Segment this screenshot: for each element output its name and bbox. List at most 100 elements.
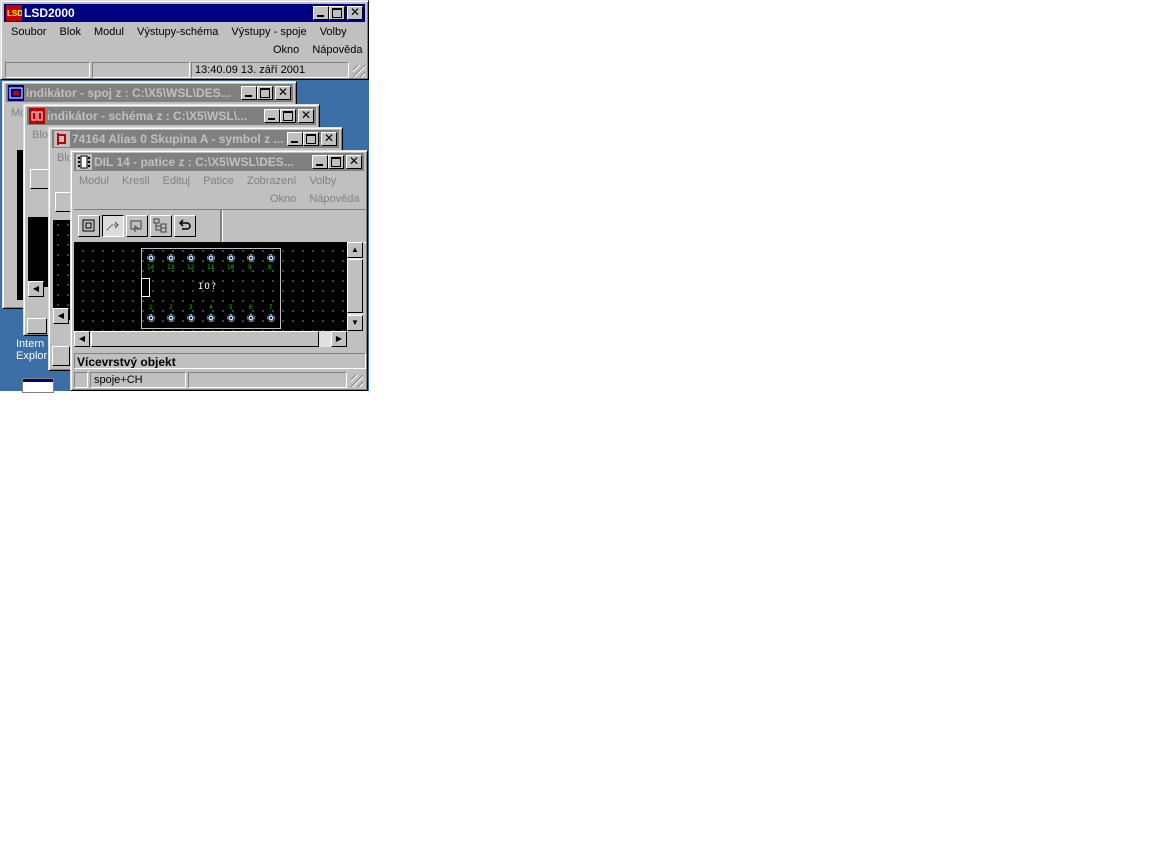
menu-edituj[interactable]: Edituj xyxy=(163,175,191,187)
pad-2[interactable] xyxy=(167,314,175,322)
menu-volby[interactable]: Volby xyxy=(309,175,336,187)
pin-number: 4 xyxy=(209,304,213,311)
size-grip[interactable] xyxy=(353,65,365,77)
undo-icon[interactable] xyxy=(174,215,196,237)
minimize-button[interactable] xyxy=(312,155,328,169)
child-canvas-peek-schema xyxy=(28,217,50,287)
close-button[interactable]: ✕ xyxy=(347,6,363,20)
zoom-fit-icon[interactable] xyxy=(78,215,100,237)
footprint-canvas[interactable]: IO? 14 13 12 11 10 9 8 1 2 3 4 5 6 7 xyxy=(74,242,347,331)
scroll-right-arrow[interactable]: ▶ xyxy=(331,331,347,347)
menu-kresli[interactable]: Kresli xyxy=(122,175,150,187)
pad-10[interactable] xyxy=(227,254,235,262)
dil14-menubar: Modul Kresli Edituj Patice Zobrazení Vol… xyxy=(79,175,346,187)
minimize-button[interactable] xyxy=(241,86,257,100)
pad-place-icon[interactable] xyxy=(126,215,148,237)
schema-icon xyxy=(29,108,45,124)
layer-panel-label: Vícevrstvý objekt xyxy=(77,355,176,369)
svg-text:LSD: LSD xyxy=(7,9,22,18)
pad-11[interactable] xyxy=(207,254,215,262)
menu-okno[interactable]: Okno xyxy=(273,44,299,56)
size-grip[interactable] xyxy=(351,375,363,387)
minimize-button[interactable] xyxy=(287,132,303,146)
pad-1[interactable] xyxy=(147,314,155,322)
child-titlebar-schema[interactable]: indikátor - schéma z : C:\X5\WSL\... ✕ xyxy=(27,107,316,125)
scroll-left-arrow[interactable]: ◀ xyxy=(53,308,69,324)
maximize-button[interactable] xyxy=(257,86,273,100)
pad-14[interactable] xyxy=(147,254,155,262)
child-menu-peek-schema[interactable]: Blo xyxy=(32,129,48,141)
child-title-spoj: indikátor - spoj z : C:\X5\WSL\DES... xyxy=(26,86,231,100)
main-menubar: Soubor Blok Modul Výstupy-schéma Výstupy… xyxy=(11,26,357,38)
menu-modul[interactable]: Modul xyxy=(79,175,109,187)
minimize-button[interactable] xyxy=(264,109,280,123)
menu-modul[interactable]: Modul xyxy=(94,26,124,38)
pad-8[interactable] xyxy=(267,254,275,262)
tree-icon[interactable] xyxy=(150,215,172,237)
scroll-left-arrow[interactable]: ◀ xyxy=(74,331,90,347)
pad-6[interactable] xyxy=(247,314,255,322)
maximize-button[interactable] xyxy=(303,132,319,146)
menu-volby[interactable]: Volby xyxy=(320,26,347,38)
menu-okno[interactable]: Okno xyxy=(270,193,296,205)
maximize-button[interactable] xyxy=(280,109,296,123)
maximize-button[interactable] xyxy=(328,155,344,169)
child-titlebar-spoj[interactable]: indikátor - spoj z : C:\X5\WSL\DES... ✕ xyxy=(6,84,293,102)
pad-3[interactable] xyxy=(187,314,195,322)
lsd-app-icon: LSD xyxy=(6,5,22,21)
pin-number: 11 xyxy=(207,264,215,271)
status-layer: spoje+CH xyxy=(90,372,186,388)
main-titlebar[interactable]: LSD LSD2000 ✕ xyxy=(4,4,365,22)
maximize-button[interactable] xyxy=(329,6,345,20)
pin-number: 9 xyxy=(248,264,252,271)
pin-number: 6 xyxy=(249,304,253,311)
pin-number: 5 xyxy=(229,304,233,311)
menu-patice[interactable]: Patice xyxy=(203,175,234,187)
scroll-down-arrow[interactable]: ▼ xyxy=(347,315,363,331)
desktop-icon-document[interactable] xyxy=(22,378,54,393)
layer-panel[interactable]: Vícevrstvý objekt xyxy=(74,353,366,369)
pin-number: 10 xyxy=(227,264,235,271)
menu-blok[interactable]: Blok xyxy=(60,26,81,38)
zoom-fit-icon[interactable] xyxy=(30,169,50,189)
menu-soubor[interactable]: Soubor xyxy=(11,26,46,38)
pad-9[interactable] xyxy=(247,254,255,262)
menu-napoveda[interactable]: Nápověda xyxy=(309,193,359,205)
desktop-icon-label-line2: Explor xyxy=(16,350,48,362)
status-cell xyxy=(52,346,70,366)
pin-number: 3 xyxy=(189,304,193,311)
menu-vystupy-schema[interactable]: Výstupy-schéma xyxy=(137,26,218,38)
pad-12[interactable] xyxy=(187,254,195,262)
desktop-icon-label-line1: Intern xyxy=(16,338,45,350)
close-button[interactable]: ✕ xyxy=(275,86,291,100)
close-button[interactable]: ✕ xyxy=(346,155,362,169)
child-title-schema: indikátor - schéma z : C:\X5\WSL\... xyxy=(47,109,248,123)
child-titlebar-symbol[interactable]: 74164 Alias 0 Skupina A - symbol z ... ✕ xyxy=(52,130,339,148)
close-button[interactable]: ✕ xyxy=(298,109,314,123)
menu-napoveda[interactable]: Nápověda xyxy=(312,44,362,56)
pad-5[interactable] xyxy=(227,314,235,322)
pin-number: 2 xyxy=(169,304,173,311)
pin-number: 8 xyxy=(268,264,272,271)
pin-number: 7 xyxy=(269,304,273,311)
horizontal-scrollbar[interactable]: ◀ ▶ xyxy=(74,331,347,347)
child-titlebar-dil14[interactable]: DIL 14 - patice z : C:\X5\WSL\DES... ✕ xyxy=(74,153,364,171)
toolbar-separator xyxy=(220,210,223,242)
menu-zobrazeni[interactable]: Zobrazení xyxy=(247,175,297,187)
scroll-thumb-vertical[interactable] xyxy=(347,259,363,313)
scroll-left-arrow[interactable]: ◀ xyxy=(28,281,44,297)
minimize-button[interactable] xyxy=(313,6,329,20)
main-menubar-row2: Okno Nápověda xyxy=(273,44,363,56)
scroll-thumb-horizontal[interactable] xyxy=(91,331,319,347)
route-icon[interactable] xyxy=(102,215,124,237)
close-button[interactable]: ✕ xyxy=(321,132,337,146)
menu-vystupy-spoje[interactable]: Výstupy - spoje xyxy=(231,26,306,38)
scroll-up-arrow[interactable]: ▲ xyxy=(347,242,363,258)
pad-7[interactable] xyxy=(267,314,275,322)
pad-4[interactable] xyxy=(207,314,215,322)
main-title: LSD2000 xyxy=(24,6,75,20)
desktop-icon-internet-explorer[interactable]: Intern Explor xyxy=(16,338,50,368)
pad-13[interactable] xyxy=(167,254,175,262)
vertical-scrollbar[interactable]: ▲ ▼ xyxy=(347,242,363,331)
child-title-symbol: 74164 Alias 0 Skupina A - symbol z ... xyxy=(72,132,284,146)
